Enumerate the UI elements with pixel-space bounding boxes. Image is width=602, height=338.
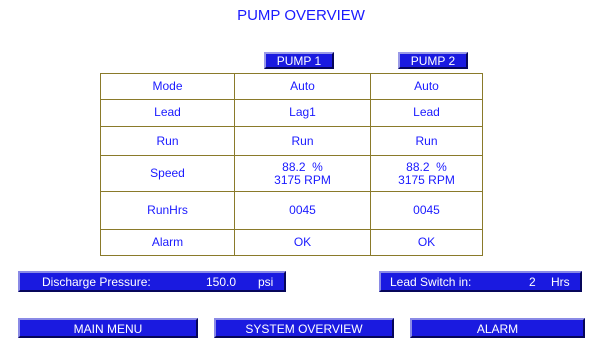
pump-2-alarm: OK (370, 229, 483, 256)
table-row-lead: Lead Lag1 Lead (100, 98, 483, 128)
table-row-runhrs: RunHrs 0045 0045 (100, 191, 483, 231)
lead-switch-display: Lead Switch in: 2 Hrs (379, 271, 582, 292)
discharge-pressure-display: Discharge Pressure: 150.0 psi (18, 271, 286, 292)
lead-switch-value: 2 (529, 274, 536, 289)
pump-2-lead: Lead (370, 98, 483, 128)
pump-1-lead: Lag1 (234, 98, 371, 128)
row-label-runhrs: RunHrs (100, 191, 235, 231)
pump-2-run: Run (370, 126, 483, 156)
pump-status-table: Mode Auto Auto Lead Lag1 Lead Run Run Ru… (100, 73, 483, 256)
table-row-run: Run Run Run (100, 126, 483, 156)
row-label-run: Run (100, 126, 235, 156)
pump-1-alarm: OK (234, 229, 371, 256)
pump-1-speed-percent: 88.2 % (282, 159, 323, 174)
page-title: PUMP OVERVIEW (237, 7, 365, 24)
table-row-speed: Speed 88.2 % 3175 RPM 88.2 % 3175 RPM (100, 154, 483, 193)
table-row-alarm: Alarm OK OK (100, 229, 483, 256)
row-label-mode: Mode (100, 73, 235, 100)
pump-1-speed-rpm: 3175 RPM (274, 172, 331, 187)
pump-1-button[interactable]: PUMP 1 (264, 52, 334, 69)
pump-1-run: Run (234, 126, 371, 156)
pump-2-runhrs: 0045 (370, 191, 483, 231)
row-label-alarm: Alarm (100, 229, 235, 256)
lead-switch-label: Lead Switch in: (390, 274, 472, 289)
pump-2-mode: Auto (370, 73, 483, 100)
lead-switch-unit: Hrs (551, 274, 570, 289)
pump-2-speed-percent: 88.2 % (406, 159, 447, 174)
row-label-lead: Lead (100, 98, 235, 128)
main-menu-button[interactable]: MAIN MENU (18, 318, 198, 338)
discharge-pressure-label: Discharge Pressure: (42, 274, 151, 289)
pump-2-speed: 88.2 % 3175 RPM (370, 154, 483, 193)
pump-1-mode: Auto (234, 73, 371, 100)
row-label-speed: Speed (100, 154, 235, 193)
table-row-mode: Mode Auto Auto (100, 73, 483, 100)
pump-2-speed-rpm: 3175 RPM (398, 172, 455, 187)
pump-2-button[interactable]: PUMP 2 (398, 52, 468, 69)
discharge-pressure-value: 150.0 (206, 274, 237, 289)
discharge-pressure-unit: psi (258, 274, 274, 289)
pump-1-runhrs: 0045 (234, 191, 371, 231)
system-overview-button[interactable]: SYSTEM OVERVIEW (214, 318, 394, 338)
alarm-button[interactable]: ALARM (410, 318, 585, 338)
pump-1-speed: 88.2 % 3175 RPM (234, 154, 371, 193)
